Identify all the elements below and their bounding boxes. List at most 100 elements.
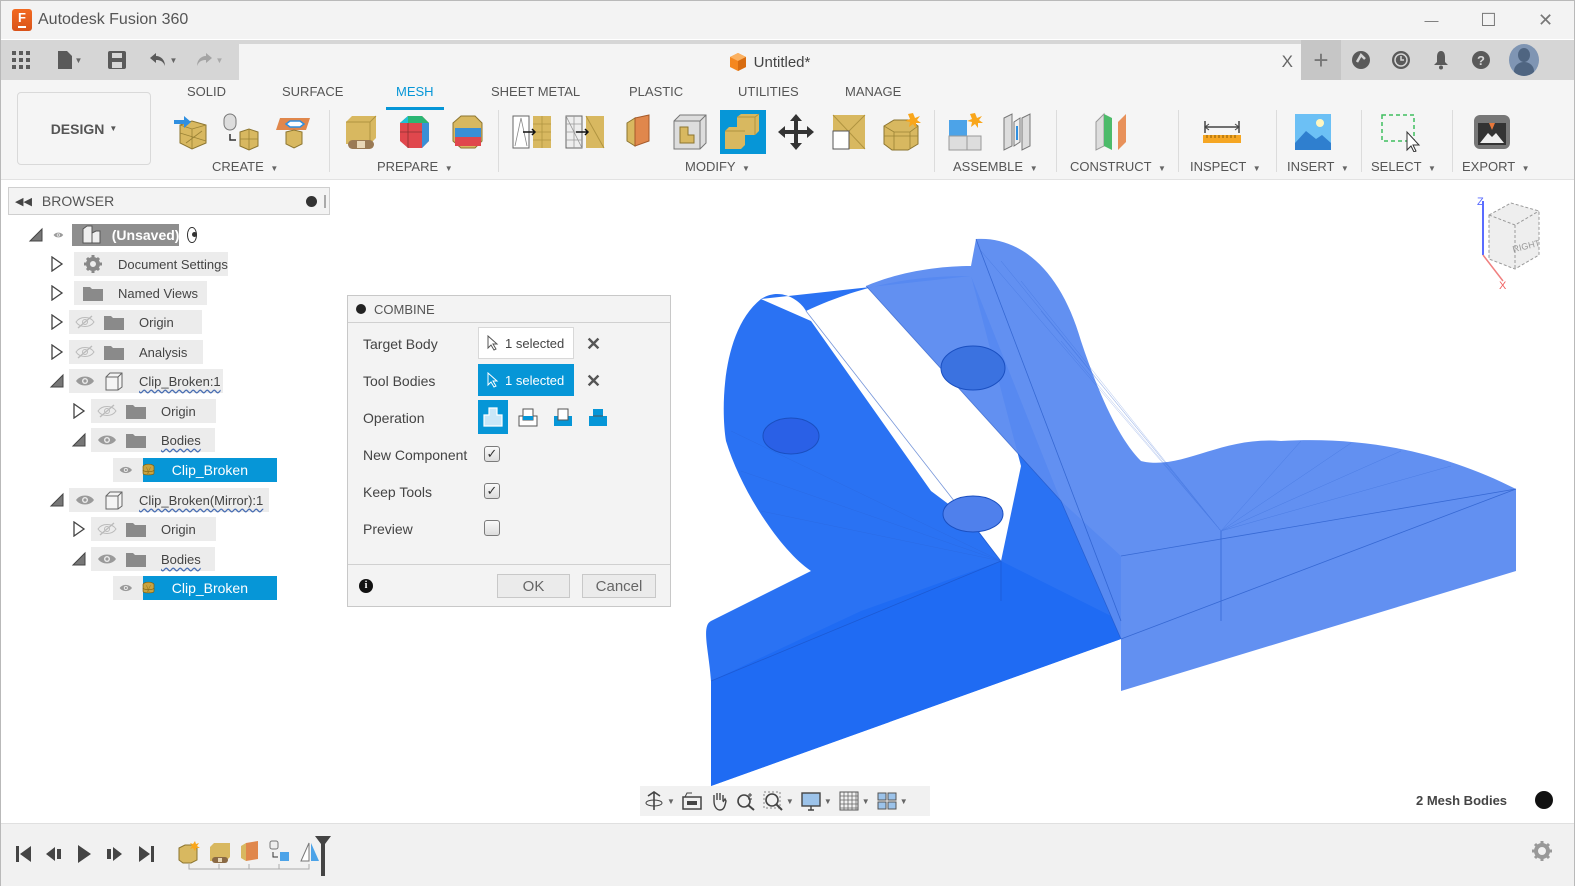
job-status-icon[interactable]	[1341, 40, 1381, 80]
tree-node[interactable]: Named Views	[74, 281, 207, 305]
timeline-feature-mirror[interactable]	[268, 840, 292, 864]
assemble-group-label[interactable]: ASSEMBLE ▼	[953, 159, 1038, 174]
close-tab-button[interactable]: X	[1282, 52, 1293, 72]
collapse-dialog-icon[interactable]	[356, 304, 366, 314]
maximize-button[interactable]: ☐	[1460, 1, 1517, 39]
collapse-triangle-icon[interactable]	[71, 551, 87, 567]
timeline-feature-repair[interactable]	[208, 840, 232, 864]
display-settings-button[interactable]: ▼	[801, 791, 832, 811]
insert-mesh-icon[interactable]	[169, 110, 215, 154]
minimize-button[interactable]: —	[1403, 1, 1460, 39]
info-icon[interactable]: i	[359, 579, 373, 593]
collapse-triangle-icon[interactable]	[28, 227, 44, 243]
expand-triangle-icon[interactable]	[71, 521, 87, 537]
timeline-marker[interactable]	[313, 834, 333, 878]
clear-tool-bodies-button[interactable]: ✕	[586, 371, 601, 392]
browser-minimize-icon[interactable]	[306, 196, 317, 207]
redo-button[interactable]: ▼	[189, 40, 229, 80]
file-menu-button[interactable]: ▼	[47, 40, 93, 80]
document-tab[interactable]: Untitled* X	[239, 44, 1301, 80]
root-node-highlight[interactable]: (Unsaved)	[71, 224, 180, 246]
remesh-icon[interactable]	[509, 110, 555, 154]
new-component-icon[interactable]	[943, 110, 989, 154]
operation-intersect-button[interactable]	[548, 400, 578, 434]
tree-item[interactable]: Origin	[1, 517, 331, 541]
repair-icon[interactable]	[338, 110, 384, 154]
insert-image-icon[interactable]	[1290, 110, 1336, 154]
tree-item[interactable]: Clip_Broken	[1, 458, 331, 482]
tree-node[interactable]: Clip_Broken:1	[69, 369, 223, 393]
tree-node[interactable]: Origin	[91, 399, 216, 423]
tessellate-icon[interactable]	[217, 110, 263, 154]
tree-item[interactable]: Document Settings	[1, 252, 331, 276]
operation-merge-button[interactable]	[583, 400, 613, 434]
tree-node[interactable]: Bodies	[91, 428, 215, 452]
apps-grid-icon[interactable]	[1, 40, 41, 80]
tab-sheet-metal[interactable]: SHEET METAL	[491, 84, 580, 106]
expand-triangle-icon[interactable]	[49, 285, 65, 301]
combine-face-groups-icon[interactable]	[444, 110, 490, 154]
user-avatar[interactable]	[1509, 44, 1539, 76]
tab-utilities[interactable]: UTILITIES	[738, 84, 799, 106]
go-to-start-icon[interactable]	[13, 844, 35, 864]
fit-button[interactable]: ▼	[763, 791, 794, 811]
timeline-feature-plane-cut[interactable]	[238, 840, 262, 864]
operation-join-button[interactable]	[478, 400, 508, 434]
step-back-icon[interactable]	[43, 844, 65, 864]
tree-item[interactable]: Analysis	[1, 340, 331, 364]
offset-plane-icon[interactable]	[1090, 110, 1136, 154]
tab-plastic[interactable]: PLASTIC	[629, 84, 683, 106]
keep-tools-checkbox[interactable]: ✓	[484, 483, 500, 499]
tool-bodies-selector[interactable]: 1 selected	[478, 364, 574, 396]
modify-group-label[interactable]: MODIFY ▼	[685, 159, 750, 174]
tab-mesh[interactable]: MESH	[386, 84, 444, 110]
expand-triangle-icon[interactable]	[49, 314, 65, 330]
tree-node[interactable]: Document Settings	[74, 252, 228, 276]
activate-component-radio[interactable]	[187, 227, 198, 243]
step-forward-icon[interactable]	[103, 844, 125, 864]
tree-item[interactable]: Bodies	[1, 428, 331, 452]
convert-mesh-icon[interactable]	[878, 110, 924, 154]
pan-button[interactable]	[709, 791, 729, 811]
save-button[interactable]	[97, 40, 137, 80]
help-icon[interactable]: ?	[1461, 40, 1501, 80]
collapse-browser-icon[interactable]: ◀◀	[15, 195, 32, 208]
tab-solid[interactable]: SOLID	[187, 84, 226, 106]
expand-triangle-icon[interactable]	[71, 403, 87, 419]
viewports-button[interactable]: ▼	[877, 792, 908, 810]
window-select-icon[interactable]	[1377, 110, 1423, 154]
tree-item[interactable]: Named Views	[1, 281, 331, 305]
tree-item[interactable]: Bodies	[1, 547, 331, 571]
tree-item[interactable]: Clip_Broken(Mirror):1	[1, 488, 331, 512]
export-group-label[interactable]: EXPORT ▼	[1462, 159, 1530, 174]
play-icon[interactable]	[73, 844, 95, 864]
tree-node[interactable]: Analysis	[69, 340, 203, 364]
visibility-eye-icon[interactable]	[75, 493, 95, 507]
create-face-groups-icon[interactable]	[271, 110, 317, 154]
comments-icon[interactable]	[1535, 791, 1553, 809]
expand-triangle-icon[interactable]	[49, 344, 65, 360]
history-icon[interactable]	[1381, 40, 1421, 80]
3d-print-icon[interactable]	[1469, 110, 1515, 154]
viewcube[interactable]: Z X RIGHT	[1471, 193, 1551, 293]
new-tab-plus-icon[interactable]: +	[1301, 40, 1341, 80]
new-component-checkbox[interactable]: ✓	[484, 446, 500, 462]
visibility-eye-icon[interactable]	[119, 463, 133, 477]
ok-button[interactable]: OK	[497, 574, 570, 598]
tree-item[interactable]: Origin	[1, 399, 331, 423]
move-icon[interactable]	[773, 110, 819, 154]
collapse-triangle-icon[interactable]	[49, 373, 65, 389]
tree-node[interactable]: Clip_Broken(Mirror):1	[69, 488, 269, 512]
tree-item[interactable]: Origin	[1, 310, 331, 334]
go-to-end-icon[interactable]	[135, 844, 157, 864]
combine-icon[interactable]	[720, 110, 766, 154]
visibility-eye-icon[interactable]	[97, 552, 117, 566]
tree-item[interactable]: Clip_Broken:1	[1, 369, 331, 393]
zoom-button[interactable]	[736, 791, 756, 811]
visibility-hidden-icon[interactable]	[97, 522, 117, 536]
prepare-group-label[interactable]: PREPARE ▼	[377, 159, 453, 174]
reduce-icon[interactable]	[562, 110, 608, 154]
generate-face-groups-icon[interactable]	[391, 110, 437, 154]
tab-manage[interactable]: MANAGE	[845, 84, 901, 106]
visibility-hidden-icon[interactable]	[75, 315, 95, 329]
